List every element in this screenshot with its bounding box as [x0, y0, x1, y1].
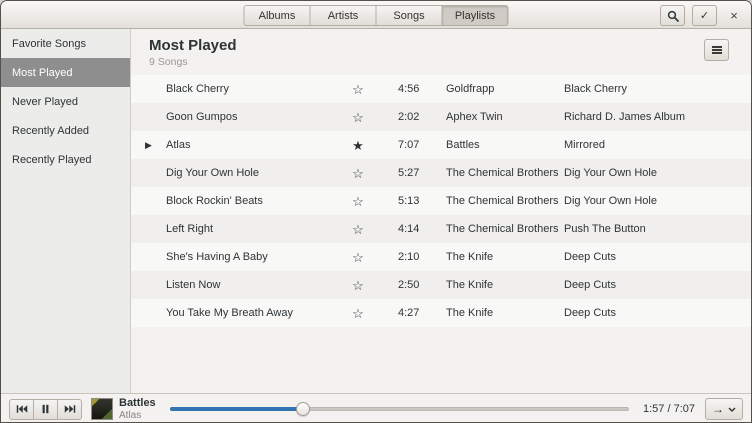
sidebar-item-favorite-songs[interactable]: Favorite Songs	[1, 29, 130, 58]
now-playing-album-art	[91, 398, 113, 420]
tab-songs[interactable]: Songs	[376, 5, 443, 26]
star-outline-icon[interactable]: ☆	[344, 307, 372, 320]
star-outline-icon[interactable]: ☆	[344, 195, 372, 208]
song-album: Black Cherry	[564, 83, 751, 95]
song-row[interactable]: Goon Gumpos☆2:02Aphex TwinRichard D. Jam…	[131, 103, 751, 131]
song-row[interactable]: She's Having A Baby☆2:10The KnifeDeep Cu…	[131, 243, 751, 271]
skip-forward-icon	[64, 404, 76, 414]
now-playing-primary: Battles	[119, 397, 156, 410]
repeat-mode-button[interactable]: →	[705, 398, 743, 420]
skip-backward-icon	[16, 404, 28, 414]
star-outline-icon[interactable]: ☆	[344, 223, 372, 236]
song-album: Dig Your Own Hole	[564, 195, 751, 207]
song-duration: 2:50	[372, 279, 446, 291]
playlist-menu-button[interactable]	[704, 39, 729, 61]
checkmark-icon: ✓	[700, 9, 709, 22]
song-artist: The Chemical Brothers	[446, 223, 564, 235]
song-artist: The Chemical Brothers	[446, 195, 564, 207]
song-count: 9 Songs	[149, 56, 751, 68]
song-row[interactable]: ▶Atlas★7:07BattlesMirrored	[131, 131, 751, 159]
playlist-sidebar: Favorite SongsMost PlayedNever PlayedRec…	[1, 29, 131, 393]
star-outline-icon[interactable]: ☆	[344, 83, 372, 96]
song-album: Deep Cuts	[564, 307, 751, 319]
song-artist: The Knife	[446, 307, 564, 319]
song-duration: 4:27	[372, 307, 446, 319]
song-row[interactable]: Black Cherry☆4:56GoldfrappBlack Cherry	[131, 75, 751, 103]
song-duration: 2:02	[372, 111, 446, 123]
star-outline-icon[interactable]: ☆	[344, 111, 372, 124]
next-button[interactable]	[57, 399, 82, 420]
playlist-content: Most Played 9 Songs Black Cherry☆4:56Gol…	[131, 29, 751, 393]
song-title: Black Cherry	[166, 83, 344, 95]
search-button[interactable]	[660, 5, 685, 26]
search-icon	[667, 10, 679, 22]
song-artist: Aphex Twin	[446, 111, 564, 123]
song-row[interactable]: You Take My Breath Away☆4:27The KnifeDee…	[131, 299, 751, 327]
song-album: Mirrored	[564, 139, 751, 151]
song-album: Deep Cuts	[564, 251, 751, 263]
headerbar: AlbumsArtistsSongsPlaylists ✓ ×	[1, 1, 751, 29]
song-title: You Take My Breath Away	[166, 307, 344, 319]
hamburger-menu-icon	[712, 46, 722, 54]
view-switcher: AlbumsArtistsSongsPlaylists	[244, 5, 509, 26]
song-album: Push The Button	[564, 223, 751, 235]
playerbar: Battles Atlas 1:57 / 7:07 →	[1, 393, 751, 423]
song-list: Black Cherry☆4:56GoldfrappBlack CherryGo…	[131, 75, 751, 327]
pause-button[interactable]	[33, 399, 58, 420]
close-button[interactable]: ×	[724, 6, 744, 26]
tab-artists[interactable]: Artists	[310, 5, 377, 26]
tab-albums[interactable]: Albums	[244, 5, 311, 26]
song-duration: 5:13	[372, 195, 446, 207]
song-row[interactable]: Dig Your Own Hole☆5:27The Chemical Broth…	[131, 159, 751, 187]
song-album: Deep Cuts	[564, 279, 751, 291]
pause-icon	[41, 404, 50, 414]
gnome-music-window: AlbumsArtistsSongsPlaylists ✓ × Favorite…	[0, 0, 752, 423]
close-icon: ×	[730, 8, 738, 23]
seek-handle[interactable]	[296, 402, 310, 416]
star-outline-icon[interactable]: ☆	[344, 251, 372, 264]
song-artist: The Knife	[446, 251, 564, 263]
song-title: Goon Gumpos	[166, 111, 344, 123]
previous-button[interactable]	[9, 399, 34, 420]
song-duration: 2:10	[372, 251, 446, 263]
song-row[interactable]: Block Rockin' Beats☆5:13The Chemical Bro…	[131, 187, 751, 215]
song-title: Left Right	[166, 223, 344, 235]
song-artist: Goldfrapp	[446, 83, 564, 95]
sidebar-item-most-played[interactable]: Most Played	[1, 58, 130, 87]
song-title: Listen Now	[166, 279, 344, 291]
song-artist: The Knife	[446, 279, 564, 291]
song-album: Richard D. James Album	[564, 111, 751, 123]
song-duration: 7:07	[372, 139, 446, 151]
song-row[interactable]: Left Right☆4:14The Chemical BrothersPush…	[131, 215, 751, 243]
star-outline-icon[interactable]: ☆	[344, 167, 372, 180]
song-duration: 4:56	[372, 83, 446, 95]
song-artist: Battles	[446, 139, 564, 151]
sidebar-item-never-played[interactable]: Never Played	[1, 87, 130, 116]
star-filled-icon[interactable]: ★	[344, 139, 372, 152]
tab-playlists[interactable]: Playlists	[442, 5, 509, 26]
song-title: Dig Your Own Hole	[166, 167, 344, 179]
repeat-none-icon: →	[712, 402, 724, 416]
now-playing-secondary: Atlas	[119, 410, 156, 422]
sidebar-item-recently-added[interactable]: Recently Added	[1, 116, 130, 145]
song-title: She's Having A Baby	[166, 251, 344, 263]
song-duration: 4:14	[372, 223, 446, 235]
now-playing-info: Battles Atlas	[119, 397, 156, 421]
song-row[interactable]: Listen Now☆2:50The KnifeDeep Cuts	[131, 271, 751, 299]
seek-fill	[170, 407, 303, 411]
star-outline-icon[interactable]: ☆	[344, 279, 372, 292]
song-title: Atlas	[166, 139, 344, 151]
song-title: Block Rockin' Beats	[166, 195, 344, 207]
page-title: Most Played	[149, 37, 751, 54]
sidebar-item-recently-played[interactable]: Recently Played	[1, 145, 130, 174]
seek-slider[interactable]	[170, 401, 629, 417]
time-display: 1:57 / 7:07	[643, 403, 695, 415]
song-duration: 5:27	[372, 167, 446, 179]
select-button[interactable]: ✓	[692, 5, 717, 26]
now-playing-icon: ▶	[131, 140, 166, 151]
song-album: Dig Your Own Hole	[564, 167, 751, 179]
song-artist: The Chemical Brothers	[446, 167, 564, 179]
chevron-down-icon	[728, 407, 736, 412]
